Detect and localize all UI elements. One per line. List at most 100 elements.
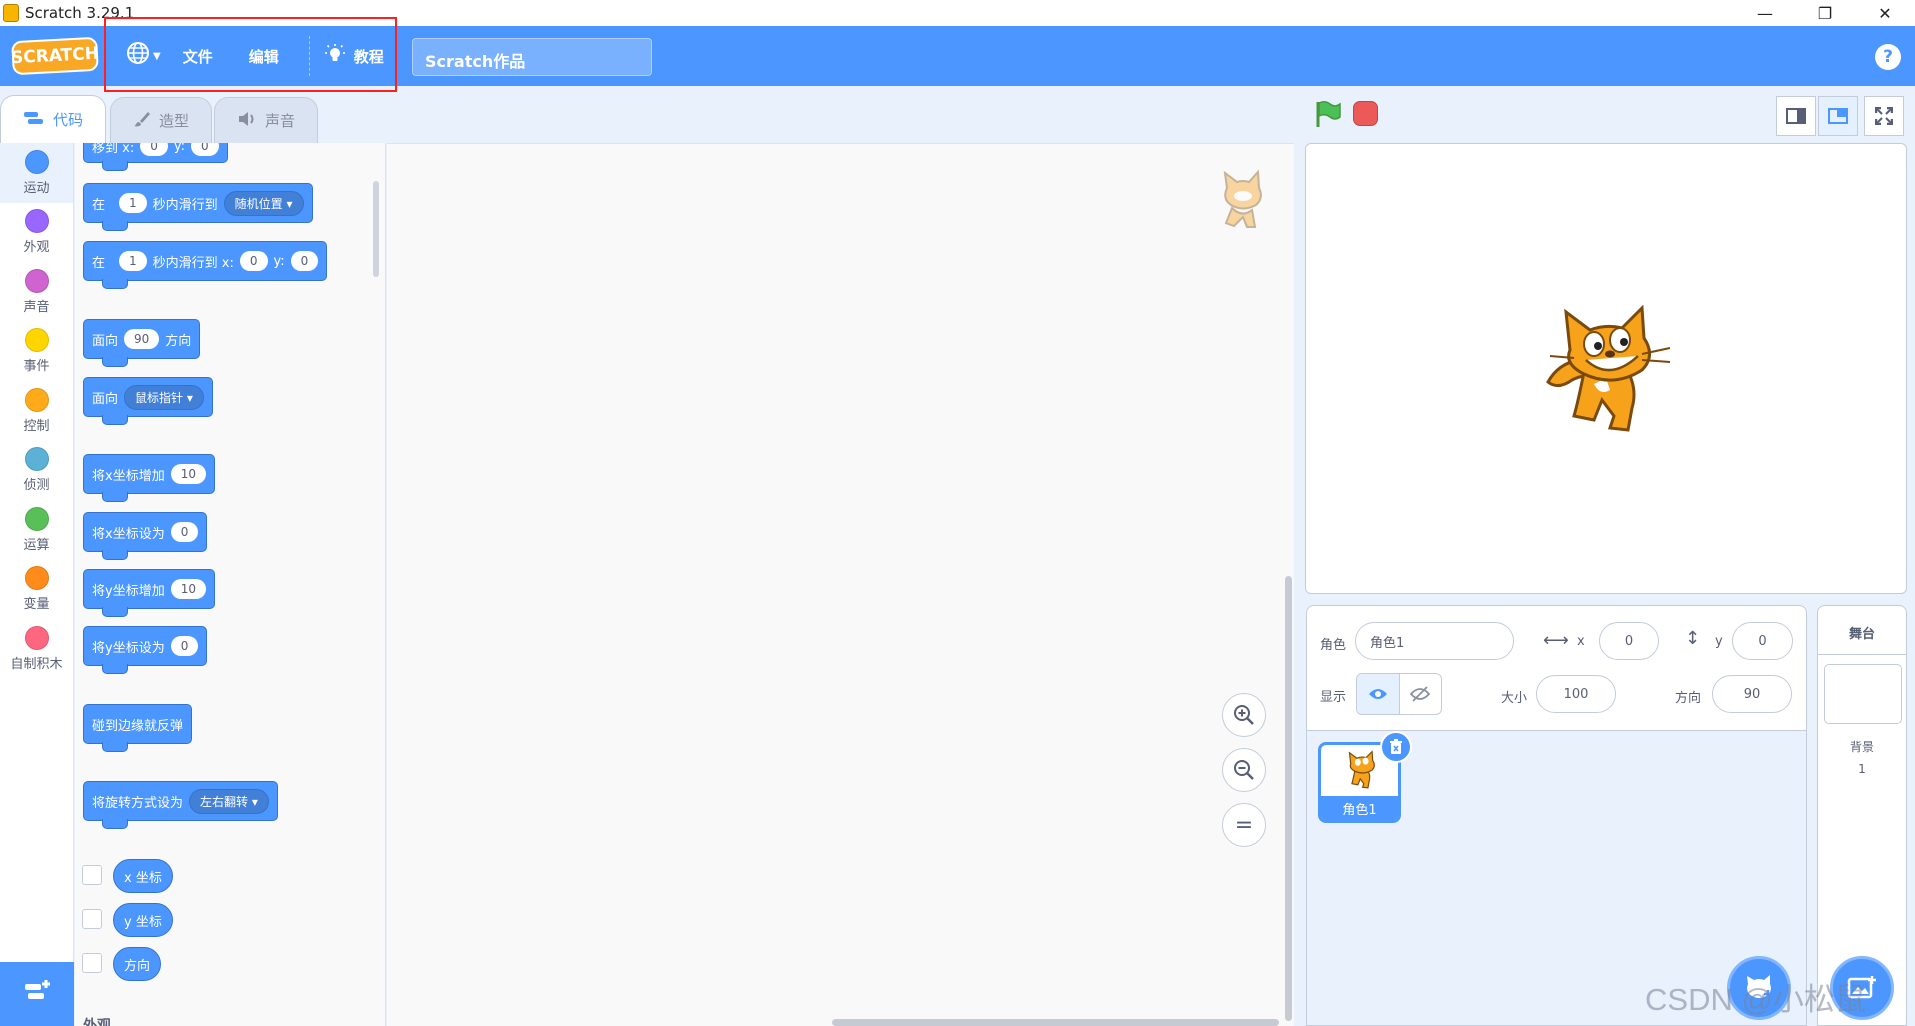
block-text: 将x坐标增加: [92, 468, 165, 484]
point-towards-dropdown[interactable]: 鼠标指针 ▾: [124, 384, 204, 410]
sprite-thumbnail-cat: [1348, 750, 1375, 789]
rotation-style-dropdown[interactable]: 左右翻转 ▾: [189, 788, 269, 814]
code-icon: [23, 110, 45, 130]
restore-button[interactable]: ❐: [1795, 0, 1855, 26]
green-flag-button[interactable]: [1314, 100, 1342, 128]
block-text: 面向: [92, 391, 119, 407]
value-input[interactable]: 0: [170, 522, 199, 542]
category-label: 侦测: [23, 478, 50, 494]
category-my-blocks[interactable]: 自制积木: [0, 619, 73, 679]
category-label: 事件: [23, 359, 50, 375]
scratch-logo[interactable]: SCRATCH: [11, 36, 99, 76]
dropdown-value: 鼠标指针: [135, 390, 184, 405]
sprite-cat[interactable]: [1544, 304, 1672, 436]
block-glide-xy[interactable]: 在 1 秒内滑行到 x: 0 y: 0: [83, 241, 328, 289]
category-sound[interactable]: 声音: [0, 262, 73, 322]
block-glide-to[interactable]: 在 1 秒内滑行到 随机位置 ▾: [83, 183, 313, 231]
category-events[interactable]: 事件: [0, 322, 73, 382]
zoom-reset-button[interactable]: =: [1222, 803, 1266, 847]
stop-button[interactable]: [1353, 101, 1378, 126]
close-button[interactable]: ✕: [1855, 0, 1915, 26]
backdrops-label: 背景: [1849, 740, 1874, 754]
block-goto-xy[interactable]: 移到 x: 0 y: 0: [83, 143, 228, 171]
show-sprite-button[interactable]: [1357, 674, 1400, 714]
stage-canvas[interactable]: [1305, 143, 1907, 594]
reporter-x-position[interactable]: x 坐标: [113, 859, 173, 893]
x-input[interactable]: 0: [239, 251, 268, 271]
category-control[interactable]: 控制: [0, 381, 73, 441]
category-variables[interactable]: 变量: [0, 560, 73, 620]
annotation-highlight-box: [104, 17, 397, 92]
secs-input[interactable]: 1: [119, 251, 147, 271]
sound-category-dot: [24, 268, 49, 293]
block-text: y:: [273, 253, 285, 269]
visibility-toggle: [1356, 673, 1442, 715]
block-text: 秒内滑行到: [152, 197, 218, 213]
zoom-in-button[interactable]: [1222, 693, 1266, 737]
size-input[interactable]: 100: [1536, 675, 1616, 713]
add-extension-icon: [22, 978, 52, 1011]
small-stage-button[interactable]: [1776, 96, 1816, 136]
block-change-y[interactable]: 将y坐标增加 10: [83, 569, 215, 617]
category-looks[interactable]: 外观: [0, 203, 73, 263]
block-text: 将y坐标设为: [92, 640, 165, 656]
fullscreen-button[interactable]: [1864, 96, 1904, 136]
code-workspace[interactable]: =: [387, 143, 1294, 1026]
zoom-out-button[interactable]: [1222, 748, 1266, 792]
minimize-button[interactable]: —: [1735, 0, 1795, 26]
value-input[interactable]: 10: [170, 579, 206, 599]
help-button[interactable]: ?: [1875, 44, 1901, 70]
block-point-direction[interactable]: 面向 90 方向: [83, 319, 201, 367]
category-operators[interactable]: 运算: [0, 500, 73, 560]
reporter-y-position[interactable]: y 坐标: [113, 903, 173, 937]
looks-category-dot: [24, 209, 49, 234]
direction-checkbox[interactable]: [82, 953, 102, 973]
show-label: 显示: [1320, 690, 1347, 705]
block-text: 将y坐标增加: [92, 583, 165, 599]
category-motion[interactable]: 运动: [0, 143, 73, 203]
glide-target-dropdown[interactable]: 随机位置 ▾: [223, 190, 304, 216]
value-input[interactable]: 0: [170, 636, 199, 656]
category-sensing[interactable]: 侦测: [0, 441, 73, 501]
x-position-checkbox[interactable]: [82, 865, 102, 885]
y-input[interactable]: 0: [290, 251, 319, 271]
reporter-direction[interactable]: 方向: [113, 947, 162, 981]
value-input[interactable]: 10: [170, 464, 206, 484]
x-position-input[interactable]: 0: [1599, 622, 1659, 660]
hide-sprite-button[interactable]: [1400, 674, 1442, 714]
block-change-x[interactable]: 将x坐标增加 10: [83, 454, 215, 502]
sprite-name-input[interactable]: 角色1: [1355, 622, 1514, 660]
block-text: 将旋转方式设为: [92, 795, 184, 811]
palette-scrollbar[interactable]: [373, 181, 379, 277]
x-label: x: [1577, 634, 1585, 649]
delete-sprite-button[interactable]: [1380, 731, 1412, 763]
y-position-checkbox[interactable]: [82, 909, 102, 929]
tab-code[interactable]: 代码: [0, 95, 107, 143]
category-label: 控制: [23, 418, 50, 434]
block-bounce[interactable]: 碰到边缘就反弹: [83, 704, 193, 752]
workspace-horizontal-scrollbar[interactable]: [832, 1019, 1279, 1026]
y-position-input[interactable]: 0: [1732, 622, 1793, 660]
tab-costumes[interactable]: 造型: [110, 97, 213, 143]
green-flag-icon: [1316, 100, 1341, 127]
block-rotation-style[interactable]: 将旋转方式设为 左右翻转 ▾: [83, 781, 278, 829]
y-input[interactable]: 0: [191, 143, 219, 156]
control-category-dot: [24, 387, 49, 412]
direction-input[interactable]: 90: [1712, 675, 1792, 713]
stage-selector-panel[interactable]: 舞台 背景 1: [1817, 605, 1907, 1026]
normal-stage-button[interactable]: [1818, 96, 1858, 136]
block-point-towards[interactable]: 面向 鼠标指针 ▾: [83, 377, 213, 425]
add-extension-button[interactable]: [0, 962, 74, 1026]
x-input[interactable]: 0: [140, 143, 168, 156]
stage-thumbnail[interactable]: [1824, 664, 1902, 724]
block-set-y[interactable]: 将y坐标设为 0: [83, 626, 208, 674]
direction-input[interactable]: 90: [124, 329, 160, 349]
project-title-input[interactable]: Scratch作品: [412, 38, 652, 76]
category-label: 自制积木: [10, 656, 63, 672]
block-set-x[interactable]: 将x坐标设为 0: [83, 512, 208, 560]
block-text: 方向: [165, 333, 192, 349]
workspace-vertical-scrollbar[interactable]: [1285, 576, 1292, 1021]
secs-input[interactable]: 1: [119, 193, 147, 213]
trash-icon: [1390, 739, 1402, 754]
tab-sounds[interactable]: 声音: [214, 97, 319, 143]
